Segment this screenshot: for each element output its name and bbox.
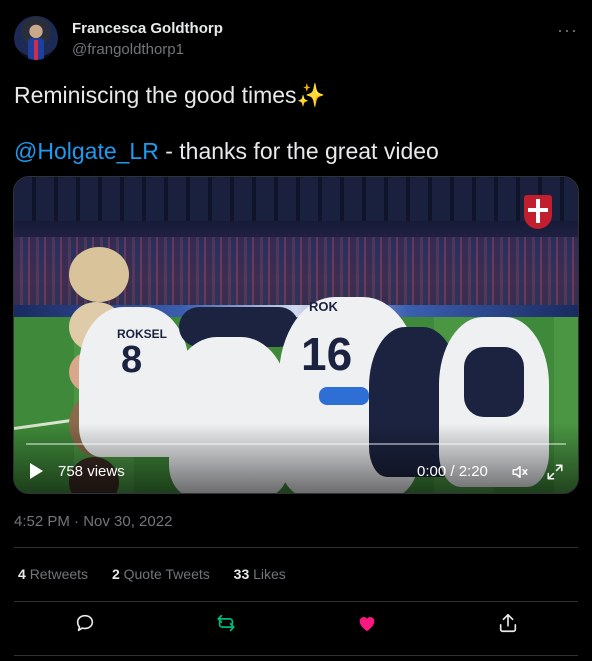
- england-rugby-league-logo: [524, 195, 552, 229]
- tweet-text-line-2: @Holgate_LR - thanks for the great video: [14, 138, 439, 165]
- video-controls-overlay: [14, 423, 578, 493]
- author-handle[interactable]: @frangoldthorp1: [72, 41, 184, 58]
- author-name[interactable]: Francesca Goldthorp: [72, 20, 223, 37]
- tweet-actions: [14, 612, 578, 638]
- mention-link[interactable]: @Holgate_LR: [14, 138, 159, 164]
- play-icon[interactable]: [30, 463, 43, 479]
- divider: [14, 547, 578, 548]
- avatar[interactable]: [14, 16, 58, 60]
- tweet-header: Francesca Goldthorp @frangoldthorp1 ···: [14, 14, 580, 64]
- jersey-number-center: 16: [301, 328, 353, 380]
- engagement-stats: 4 Retweets 2 Quote Tweets 33 Likes: [18, 566, 306, 582]
- view-count: 758 views: [58, 463, 125, 480]
- video-progress-bar[interactable]: [26, 443, 566, 445]
- tweet-text-line-1: Reminiscing the good times✨: [14, 82, 326, 108]
- reply-icon[interactable]: [74, 612, 96, 634]
- jersey-name-center: ROK: [309, 299, 338, 314]
- video-time: 0:00 / 2:20: [417, 463, 488, 480]
- tweet-timestamp[interactable]: 4:52 PM · Nov 30, 2022: [14, 513, 172, 530]
- more-icon[interactable]: ···: [557, 20, 578, 41]
- tweet-text-rest: - thanks for the great video: [158, 138, 439, 164]
- likes-stat[interactable]: 33 Likes: [234, 566, 286, 582]
- divider: [14, 655, 578, 656]
- retweets-stat[interactable]: 4 Retweets: [18, 566, 88, 582]
- like-icon[interactable]: [356, 612, 378, 634]
- retweet-icon[interactable]: [215, 612, 237, 634]
- volume-icon[interactable]: [511, 463, 529, 481]
- share-icon[interactable]: [497, 612, 519, 634]
- jersey-number-left: 8: [121, 339, 143, 381]
- quote-tweets-stat[interactable]: 2 Quote Tweets: [112, 566, 210, 582]
- divider: [14, 601, 578, 602]
- expand-icon[interactable]: [546, 463, 564, 481]
- video-player[interactable]: ROKSEL 8 ROK 16 758 views 0:00 / 2:20: [13, 176, 579, 494]
